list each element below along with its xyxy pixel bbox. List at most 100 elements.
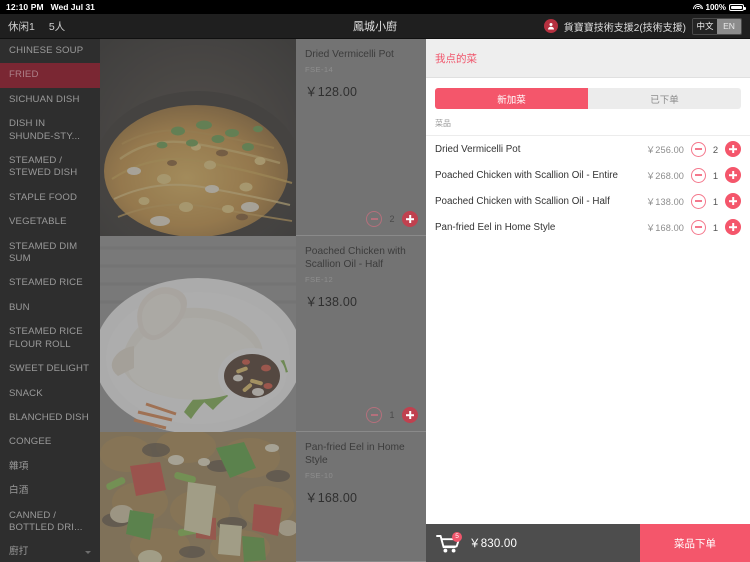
battery-percent-label: 100% (705, 2, 726, 12)
minus-icon[interactable] (691, 193, 706, 209)
sidebar-category-3[interactable]: DISH IN SHUNDE-STY... (0, 112, 100, 149)
sidebar-category-label: SICHUAN DISH (9, 93, 80, 105)
order-qty-controls: 1 (691, 167, 741, 183)
user-name-label[interactable]: 貨寶寶技術支援2(技術支援) (564, 19, 686, 34)
sidebar-category-13[interactable]: BLANCHED DISH (0, 406, 100, 430)
sidebar-category-8[interactable]: STEAMED RICE (0, 271, 100, 295)
plus-icon[interactable] (402, 211, 418, 227)
order-row[interactable]: Dried Vermicelli Pot ￥256.00 2 (435, 136, 741, 162)
language-toggle[interactable]: 中文 EN (692, 17, 742, 35)
sidebar-category-2[interactable]: SICHUAN DISH (0, 88, 100, 112)
dish-photo-2[interactable] (100, 432, 296, 562)
order-item-price: ￥138.00 (646, 197, 684, 207)
plus-icon[interactable] (402, 407, 418, 423)
order-item-list: Dried Vermicelli Pot ￥256.00 2 Poached Chic… (426, 136, 750, 240)
photo-dim-overlay-1 (100, 236, 296, 432)
plus-icon[interactable] (725, 141, 741, 157)
tab-placed-order[interactable]: 已下单 (588, 88, 741, 109)
dish-card-1[interactable]: Poached Chicken with Scallion Oil - Half… (296, 236, 426, 432)
tab-new-items[interactable]: 新加菜 (435, 88, 588, 109)
plus-icon[interactable] (725, 167, 741, 183)
order-row[interactable]: Poached Chicken with Scallion Oil - Half… (435, 188, 741, 214)
cart-summary[interactable]: 5 ￥830.00 (426, 524, 640, 562)
order-panel-title: 我点的菜 (435, 52, 477, 65)
minus-icon[interactable] (691, 167, 706, 183)
sidebar-category-label: BLANCHED DISH (9, 411, 89, 423)
guest-count-label[interactable]: 5人 (49, 19, 65, 34)
order-item-qty: 1 (712, 169, 719, 181)
battery-icon (729, 3, 746, 11)
dish-price: ￥138.00 (305, 295, 358, 309)
dish-price: ￥128.00 (305, 85, 358, 99)
order-panel: 我点的菜 新加菜 已下单 菜品 Dried Vermicelli Pot ￥256… (426, 39, 750, 562)
sidebar-category-label: 雜項 (9, 460, 29, 472)
app-header-bar: 休闲1 5人 鳳城小廚 貨寶寶技術支援2(技術支援) 中文 EN (0, 14, 750, 39)
submit-order-button[interactable]: 菜品下单 (640, 524, 750, 562)
order-item-price: ￥268.00 (646, 171, 684, 181)
dish-qty-controls: 2 (366, 211, 418, 227)
dish-price: ￥168.00 (305, 491, 358, 505)
lang-option-english[interactable]: EN (717, 18, 741, 34)
minus-icon[interactable] (366, 407, 382, 423)
shopping-cart-icon[interactable]: 5 (436, 531, 462, 553)
sidebar-category-label: SNACK (9, 387, 43, 399)
order-item-qty: 1 (712, 195, 719, 207)
category-sidebar[interactable]: CHINESE SOUP FRIED SICHUAN DISH DISH IN SHU… (0, 39, 100, 562)
minus-icon[interactable] (366, 211, 382, 227)
person-icon[interactable] (543, 19, 558, 33)
order-item-name: Pan-fried Eel in Home Style (435, 221, 556, 233)
order-row[interactable]: Poached Chicken with Scallion Oil - Enti… (435, 162, 741, 188)
dish-card-2[interactable]: Pan-fried Eel in Home Style FSE-10 ￥168.00 (296, 432, 426, 562)
sidebar-category-label: CHINESE SOUP (9, 45, 84, 56)
sidebar-category-12[interactable]: SNACK (0, 382, 100, 406)
plus-icon[interactable] (725, 219, 741, 235)
sidebar-category-label: BUN (9, 301, 30, 313)
photo-dim-overlay-2 (100, 432, 296, 562)
sidebar-category-4[interactable]: STEAMED / STEWED DISH (0, 149, 100, 186)
sidebar-category-14[interactable]: CONGEE (0, 430, 100, 454)
order-item-name: Poached Chicken with Scallion Oil - Half (435, 195, 610, 207)
sidebar-category-17[interactable]: CANNED / BOTTLED DRI... (0, 504, 100, 541)
lang-option-chinese[interactable]: 中文 (693, 18, 717, 34)
dish-name: Poached Chicken with Scallion Oil - Half (305, 246, 406, 270)
sidebar-category-11[interactable]: SWEET DELIGHT (0, 357, 100, 381)
wifi-icon (693, 3, 704, 11)
order-row[interactable]: Pan-fried Eel in Home Style ￥168.00 1 (435, 214, 741, 240)
sidebar-category-label: STEAMED DIM SUM (9, 240, 78, 265)
sidebar-category-10[interactable]: STEAMED RICE FLOUR ROLL (0, 320, 100, 357)
order-panel-header: 我点的菜 (426, 39, 750, 78)
dish-photo-1[interactable] (100, 236, 296, 432)
sidebar-category-18[interactable]: 廚打 (0, 540, 100, 562)
dish-info-column: Dried Vermicelli Pot FSE-14 ￥128.00 2 Poache… (296, 39, 426, 562)
photo-dim-overlay-0 (100, 39, 296, 236)
sidebar-category-9[interactable]: BUN (0, 296, 100, 320)
order-tabs[interactable]: 新加菜 已下单 (435, 88, 741, 109)
sidebar-category-16[interactable]: 白酒 (0, 479, 100, 503)
status-right-group: 100% (693, 2, 746, 12)
plus-icon[interactable] (725, 193, 741, 209)
pos-app-window: 12:10 PM Wed Jul 31 100% 休闲1 5人 鳳城小廚 貨寶寶… (0, 0, 750, 562)
minus-icon[interactable] (691, 219, 706, 235)
dish-name: Pan-fried Eel in Home Style (305, 442, 405, 466)
order-item-qty: 1 (712, 221, 719, 233)
sidebar-category-label: STEAMED / STEWED DISH (9, 155, 78, 179)
dish-card-0[interactable]: Dried Vermicelli Pot FSE-14 ￥128.00 2 (296, 39, 426, 236)
sidebar-category-1[interactable]: FRIED (0, 63, 100, 88)
sidebar-category-6[interactable]: VEGETABLE (0, 210, 100, 234)
sidebar-category-5[interactable]: STAPLE FOOD (0, 186, 100, 210)
table-label[interactable]: 休闲1 (8, 19, 35, 34)
dish-photo-0[interactable] (100, 39, 296, 236)
sidebar-category-label: CONGEE (9, 436, 52, 448)
minus-icon[interactable] (691, 141, 706, 157)
sidebar-category-15[interactable]: 雜項 (0, 455, 100, 479)
main-body: CHINESE SOUP FRIED SICHUAN DISH DISH IN SHU… (0, 39, 750, 562)
header-right-group: 貨寶寶技術支援2(技術支援) 中文 EN (543, 17, 742, 35)
dish-code: FSE-14 (305, 65, 334, 74)
sidebar-category-0[interactable]: CHINESE SOUP (0, 39, 100, 63)
header-left-group: 休闲1 5人 (8, 19, 65, 34)
dish-photo-column (100, 39, 296, 562)
sidebar-category-label: 廚打 (9, 546, 29, 558)
sidebar-category-7[interactable]: STEAMED DIM SUM (0, 235, 100, 272)
dish-qty-controls: 1 (366, 407, 418, 423)
dish-qty-value: 1 (389, 410, 395, 420)
